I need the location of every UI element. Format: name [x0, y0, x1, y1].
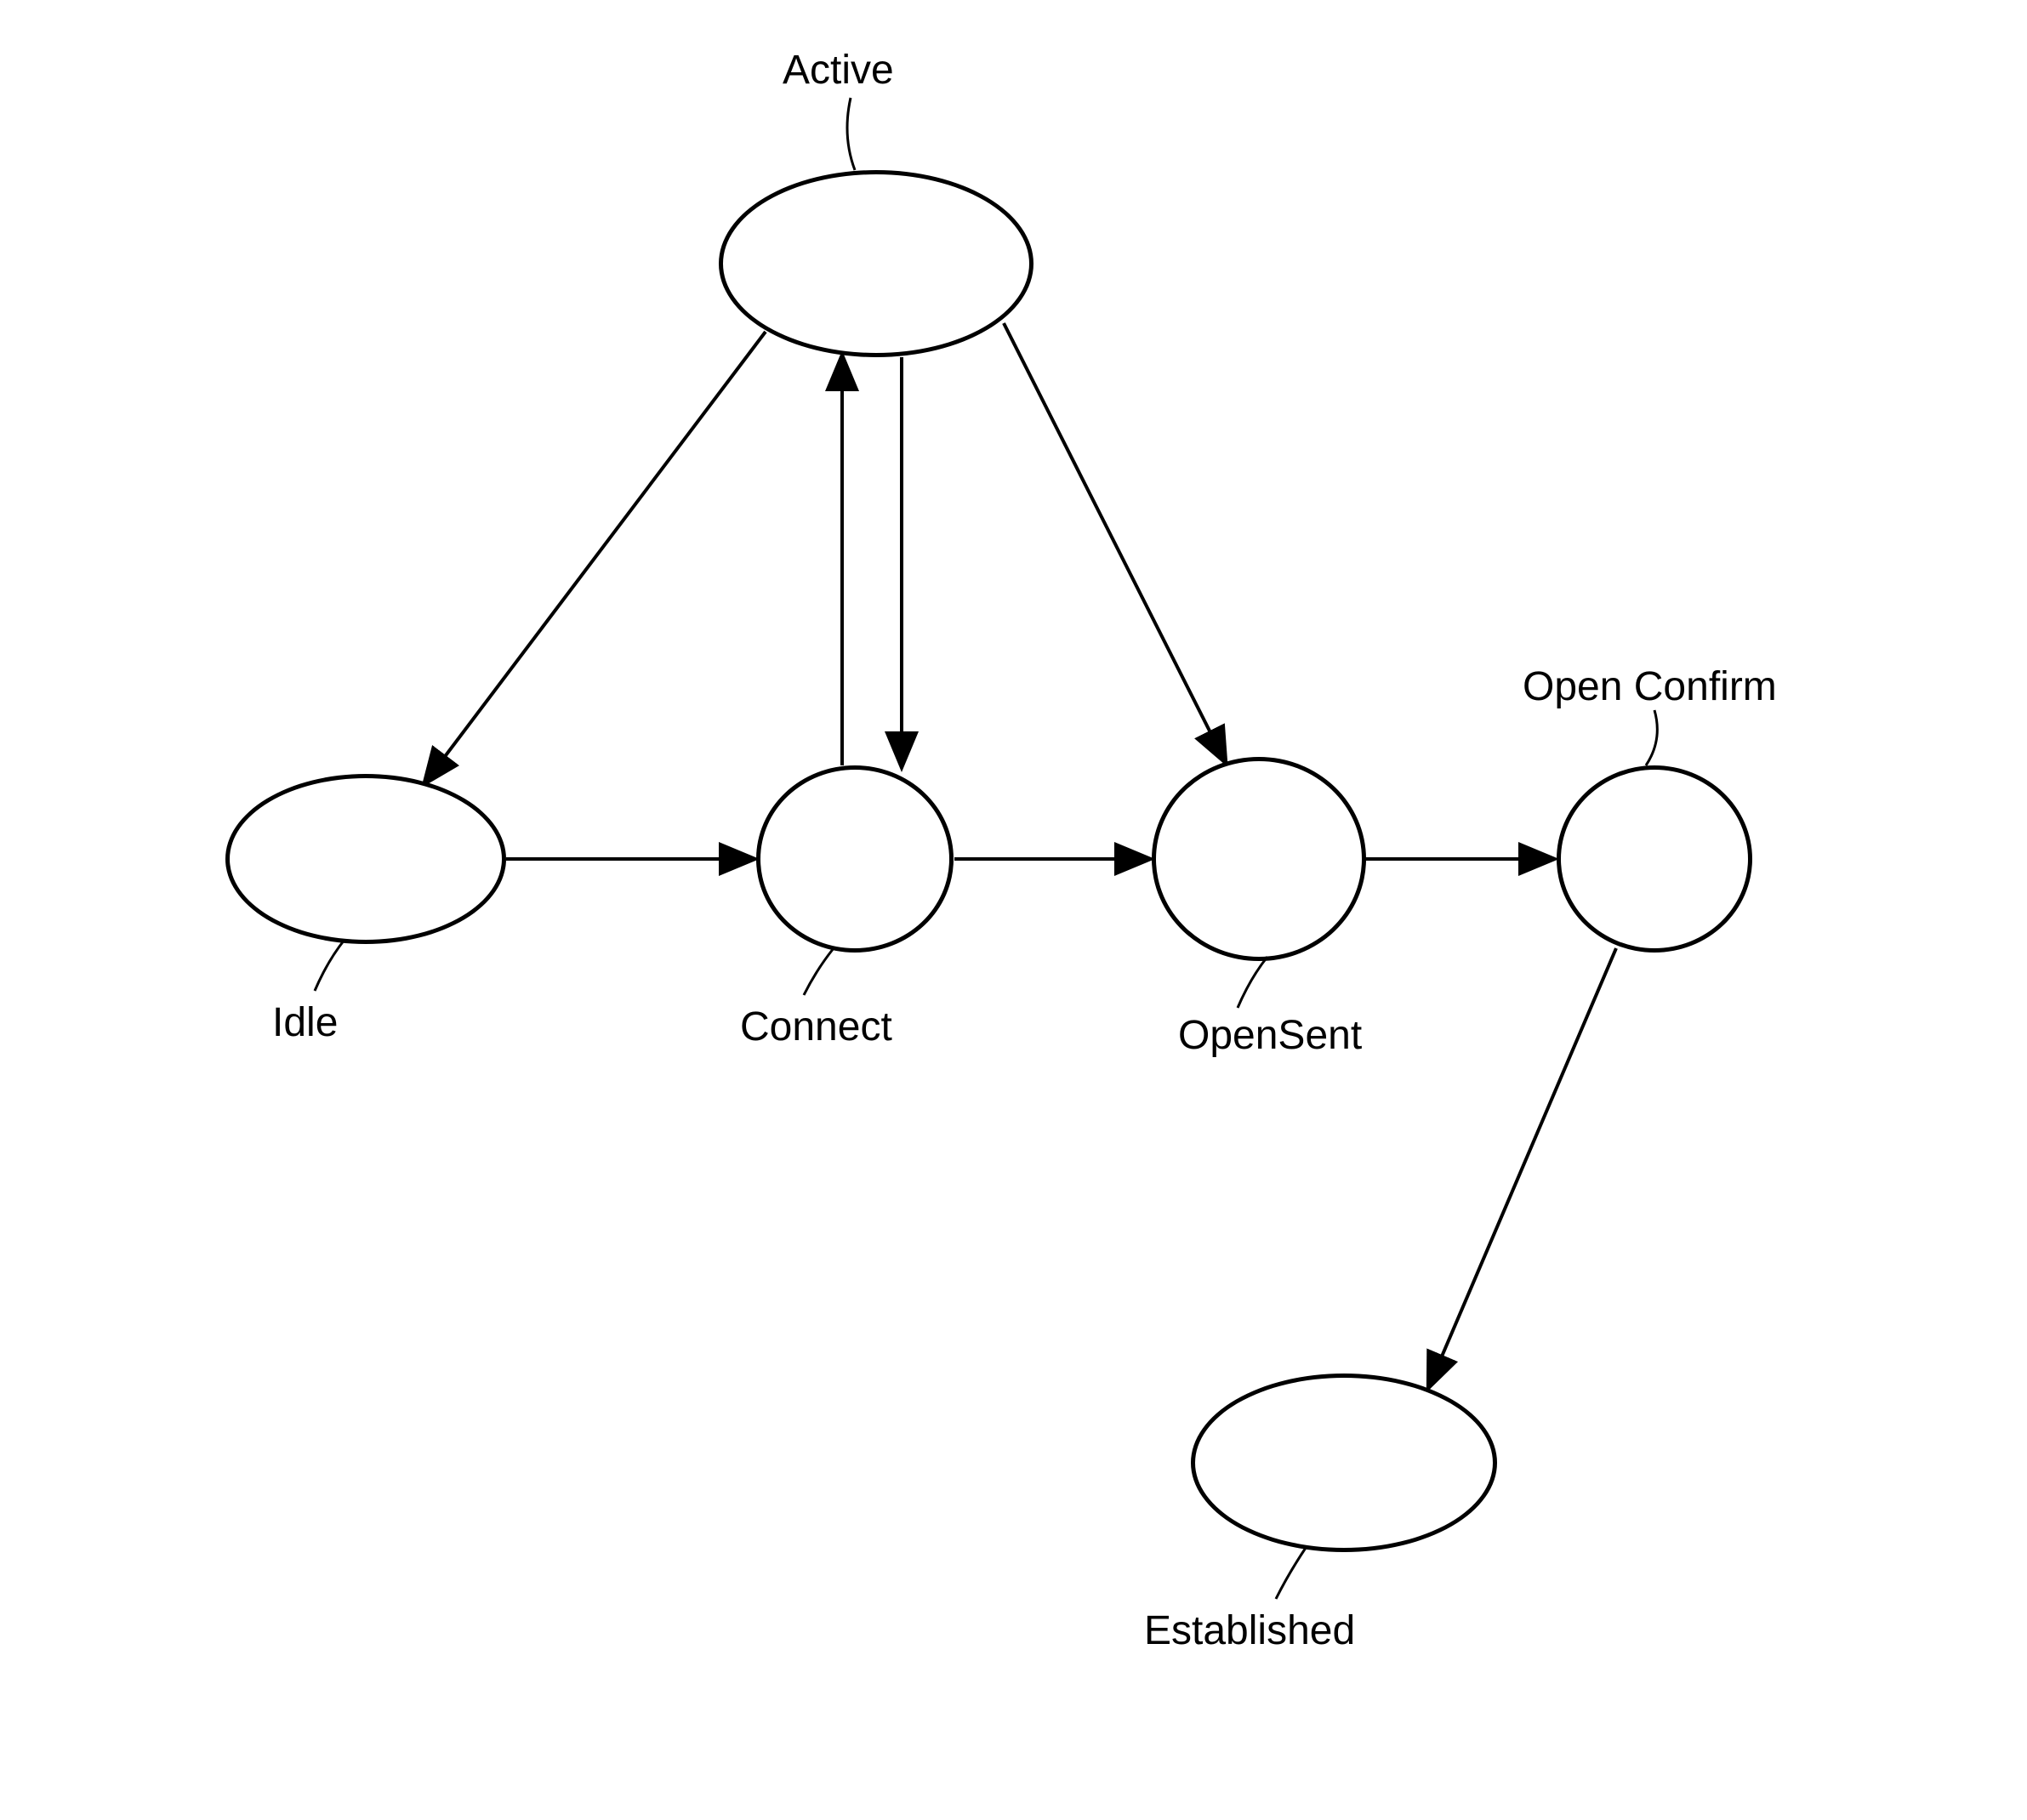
- node-openconfirm: [1557, 765, 1752, 953]
- label-active: Active: [783, 47, 894, 94]
- node-established: [1191, 1374, 1497, 1552]
- label-connect: Connect: [740, 1004, 892, 1050]
- label-idle: Idle: [272, 999, 338, 1046]
- label-opensent: OpenSent: [1178, 1012, 1362, 1059]
- state-diagram: Active Idle Connect OpenSent Open Confir…: [0, 0, 2027, 1820]
- edge-openconfirm-established: [1429, 948, 1616, 1386]
- edge-active-idle: [425, 332, 766, 782]
- edge-active-opensent: [1004, 323, 1225, 761]
- node-opensent: [1152, 757, 1366, 961]
- label-established: Established: [1144, 1607, 1355, 1654]
- node-active: [719, 170, 1033, 357]
- label-openconfirm: Open Confirm: [1523, 663, 1777, 710]
- node-connect: [756, 765, 954, 953]
- node-idle: [225, 774, 506, 944]
